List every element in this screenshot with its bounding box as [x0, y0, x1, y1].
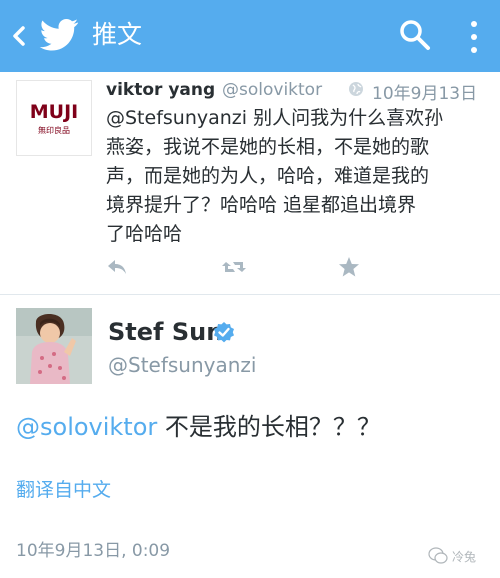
favorite-star-icon[interactable] — [338, 256, 360, 278]
tweet-text: @Stefsunyanzi 别人问我为什么喜欢孙 燕姿，我说不是她的长相，不是她… — [106, 104, 496, 249]
wechat-icon — [428, 547, 448, 564]
divider — [0, 294, 500, 295]
tweet-reply[interactable]: MUJI 無印良品 viktor yang @soloviktor 10年9月1… — [0, 72, 500, 294]
tweet-text-line: 了哈哈哈 — [106, 223, 183, 245]
search-icon[interactable] — [398, 18, 432, 52]
reply-icon[interactable] — [106, 258, 128, 276]
tweet-text-body: 不是我的长相？？？ — [157, 413, 381, 441]
avatar-logo-subtitle: 無印良品 — [38, 126, 70, 135]
retweet-icon[interactable] — [221, 258, 247, 276]
tweet-text: @soloviktor 不是我的长相？？？ — [16, 407, 381, 442]
page-title: 推文 — [92, 20, 143, 49]
tweet-text-line: 燕姿，我说不是她的长相，不是她的歌 — [106, 136, 430, 158]
avatar-logo: MUJI — [29, 101, 79, 123]
translate-link[interactable]: 翻译自中文 — [16, 475, 111, 502]
tweet-text-line: 声，而是她的为人，哈哈，难道是我的 — [106, 165, 430, 187]
author-handle[interactable]: @Stefsunyanzi — [108, 353, 256, 377]
avatar[interactable] — [16, 308, 92, 384]
tweet-date: 10年9月13日 — [372, 84, 478, 104]
back-arrow-icon[interactable] — [8, 20, 30, 52]
twitter-bird-icon[interactable] — [38, 17, 80, 53]
tweet-text-line: @Stefsunyanzi 别人问我为什么喜欢孙 — [106, 107, 444, 129]
author-name[interactable]: viktor yang — [106, 80, 215, 100]
mention-link[interactable]: @soloviktor — [16, 413, 157, 441]
top-bar: 推文 — [0, 0, 500, 72]
tweet-timestamp: 10年9月13日, 0:09 — [16, 541, 171, 561]
profile-photo — [16, 308, 92, 384]
watermark-label: 冷兔 — [452, 550, 477, 564]
author-handle[interactable]: @soloviktor — [222, 80, 322, 100]
avatar[interactable]: MUJI 無印良品 — [16, 80, 92, 156]
globe-icon — [349, 82, 363, 96]
verified-badge-icon — [214, 322, 234, 343]
more-options-icon[interactable] — [466, 18, 482, 56]
author-name[interactable]: Stef Sun — [108, 318, 223, 346]
watermark: 冷兔 — [428, 546, 492, 566]
tweet-text-line: 境界提升了？哈哈哈 追星都追出境界 — [106, 194, 417, 216]
